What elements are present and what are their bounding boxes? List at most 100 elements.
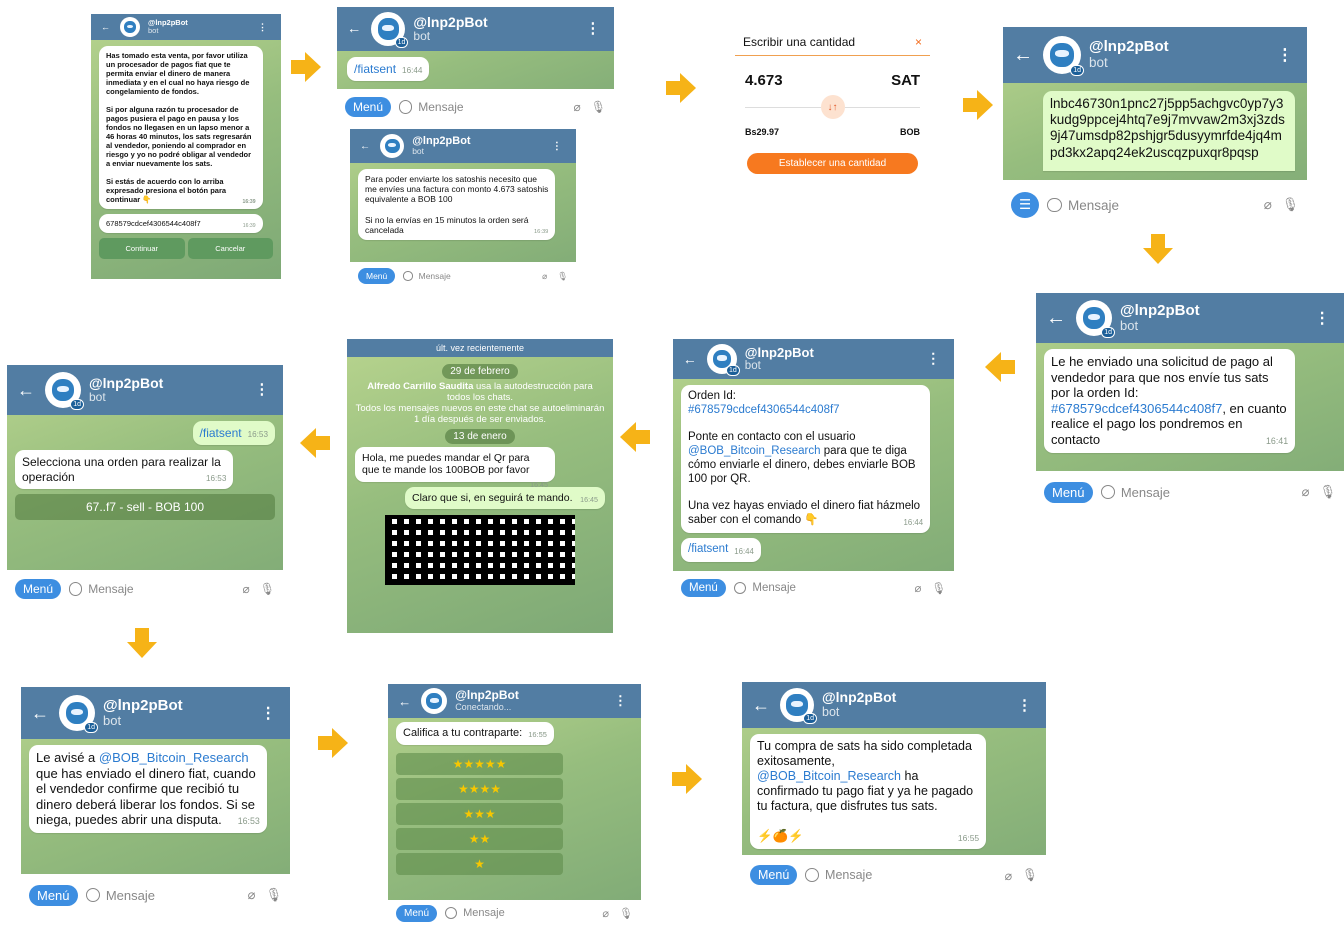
kebab-menu-icon[interactable]: ⋮ [1273,45,1297,65]
user-link[interactable]: @BOB_Bitcoin_Research [99,750,249,765]
close-icon[interactable]: × [915,35,922,49]
emoji-icon[interactable] [69,582,83,596]
bot-avatar[interactable] [421,688,448,714]
menu-button[interactable]: Menú [29,884,78,906]
back-arrow-icon[interactable]: ← [752,695,770,716]
order-link[interactable]: #678579cdcef4306544c408f7 [688,404,923,418]
bot-avatar[interactable]: 1d [45,372,84,410]
bot-avatar[interactable]: 1d [59,695,98,733]
back-arrow-icon[interactable]: ← [101,22,110,32]
order-select-button[interactable]: 67..f7 - sell - BOB 100 [15,494,275,521]
menu-button[interactable]: Menú [681,579,726,597]
badge-1d: 1d [84,722,98,733]
menu-button[interactable]: ☰ [1011,192,1040,218]
menu-button[interactable]: Menú [750,865,798,885]
message-input[interactable]: Mensaje [88,582,232,596]
emoji-icon[interactable] [733,581,747,595]
emoji-icon[interactable] [445,906,458,920]
attach-icon[interactable]: ⌀ [1302,484,1310,500]
bot-avatar[interactable]: 1d [706,344,740,376]
back-arrow-icon[interactable]: ← [683,352,697,367]
continue-button[interactable]: Continuar [99,238,185,259]
rating-4-stars-button[interactable]: ★★★★ [396,778,563,801]
emoji-icon[interactable] [85,887,100,903]
microphone-icon[interactable]: 🎙 [265,887,282,903]
microphone-icon[interactable]: 🎙 [557,271,568,282]
attach-icon[interactable]: ⌀ [542,271,547,282]
back-arrow-icon[interactable]: ← [1046,307,1066,330]
order-id-text: 678579cdcef4306544c408f7 [106,219,201,228]
message-input[interactable]: Mensaje [463,907,592,919]
fiatsent-command[interactable]: /fiatsent [354,62,396,76]
menu-button[interactable]: Menú [1044,481,1093,503]
attach-icon[interactable]: ⌀ [914,581,921,595]
bot-avatar[interactable]: 1d [371,12,409,48]
order-link[interactable]: #678579cdcef4306544c408f7 [1051,401,1222,416]
kebab-menu-icon[interactable]: ⋮ [1013,696,1036,714]
microphone-icon[interactable]: 🎙 [1282,197,1299,213]
menu-button[interactable]: Menú [358,268,396,284]
amount-input[interactable]: 4.673 [745,72,783,89]
rating-3-stars-button[interactable]: ★★★ [396,803,563,826]
set-amount-button[interactable]: Establecer una cantidad [747,153,918,174]
bot-name: @lnp2pBot [455,688,519,703]
back-arrow-icon[interactable]: ← [360,141,370,152]
fiatsent-command[interactable]: /fiatsent [200,426,242,440]
message-input[interactable]: Mensaje [418,100,563,114]
emoji-icon[interactable] [399,100,413,114]
message-input[interactable]: Mensaje [106,888,238,903]
bot-avatar[interactable]: 1d [780,688,817,724]
kebab-menu-icon[interactable]: ⋮ [548,141,566,152]
back-arrow-icon[interactable]: ← [31,703,49,724]
back-arrow-icon[interactable]: ← [17,380,35,401]
screenshot-5: ← 1d @lnp2pBot bot ⋮ lnbc46730n1pnc27j5pp… [1003,27,1307,230]
message-input[interactable]: Mensaje [419,271,532,281]
kebab-menu-icon[interactable]: ⋮ [254,22,271,33]
back-arrow-icon[interactable]: ← [1013,44,1033,67]
microphone-icon[interactable]: 🎙 [1319,484,1336,500]
swap-icon[interactable]: ↓↑ [820,95,845,119]
emoji-icon[interactable] [805,868,820,882]
invoice-text: lnbc46730n1pnc27j5pp5achgvc0yp7y3kudg9pp… [1050,96,1285,160]
rating-2-stars-button[interactable]: ★★ [396,828,563,851]
kebab-menu-icon[interactable]: ⋮ [582,21,604,37]
kebab-menu-icon[interactable]: ⋮ [610,693,631,709]
menu-button[interactable]: Menú [396,904,438,922]
message-input[interactable]: Mensaje [825,868,995,882]
kebab-menu-icon[interactable]: ⋮ [1310,309,1334,328]
attach-icon[interactable]: ⌀ [1005,868,1013,883]
emoji-icon[interactable] [1047,197,1062,213]
attach-icon[interactable]: ⌀ [602,907,609,920]
rating-5-stars-button[interactable]: ★★★★★ [396,753,563,776]
cancel-button[interactable]: Cancelar [187,238,273,259]
attach-icon[interactable]: ⌀ [1264,197,1272,213]
user-link[interactable]: @BOB_Bitcoin_Research [688,445,821,457]
message-input[interactable]: Mensaje [1121,485,1292,500]
microphone-icon[interactable]: 🎙 [1022,868,1038,883]
fiatsent-command[interactable]: /fiatsent [688,543,728,555]
microphone-icon[interactable]: 🎙 [619,907,633,920]
back-arrow-icon[interactable]: ← [398,694,411,709]
emoji-icon[interactable] [403,271,413,281]
kebab-menu-icon[interactable]: ⋮ [251,382,273,398]
back-arrow-icon[interactable]: ← [347,21,361,37]
menu-button[interactable]: Menú [15,579,62,599]
attach-icon[interactable]: ⌀ [574,100,581,114]
kebab-menu-icon[interactable]: ⋮ [256,704,280,723]
attach-icon[interactable]: ⌀ [243,582,250,596]
microphone-icon[interactable]: 🎙 [931,581,946,595]
bot-avatar[interactable]: 1d [1076,300,1115,338]
bot-avatar[interactable] [120,17,140,37]
bot-avatar[interactable] [380,134,405,158]
message-input[interactable]: Mensaje [752,582,904,594]
menu-button[interactable]: Menú [345,97,392,117]
kebab-menu-icon[interactable]: ⋮ [922,351,944,367]
microphone-icon[interactable]: 🎙 [591,100,606,114]
emoji-icon[interactable] [1100,484,1115,500]
attach-icon[interactable]: ⌀ [248,887,256,903]
bot-avatar[interactable]: 1d [1043,36,1084,76]
user-link[interactable]: @BOB_Bitcoin_Research [757,769,901,783]
rating-1-star-button[interactable]: ★ [396,853,563,876]
message-input[interactable]: Mensaje [1068,198,1254,213]
microphone-icon[interactable]: 🎙 [260,582,275,596]
